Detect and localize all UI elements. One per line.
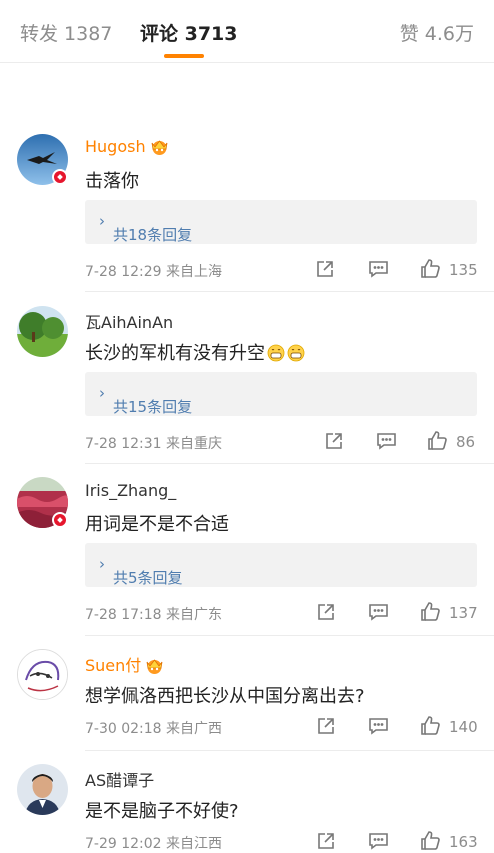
like-icon[interactable] xyxy=(426,429,448,451)
username[interactable]: Hugosh xyxy=(85,137,169,156)
like-count: 163 xyxy=(449,833,478,851)
grin-emoji-icon xyxy=(287,344,305,362)
crown-icon xyxy=(151,140,167,155)
chevron-right-icon: › xyxy=(99,384,105,402)
comment-meta: 7-28 17:18 来自广东 xyxy=(85,607,223,623)
tab-likes[interactable]: 赞 4.6万 xyxy=(400,19,474,46)
share-icon[interactable] xyxy=(324,431,344,451)
comment-tabs: 转发 1387 评论 3713 赞 4.6万 xyxy=(0,0,494,63)
verified-badge-icon xyxy=(52,512,68,528)
replies-label: 共15条回复 xyxy=(113,398,193,416)
comment-text: 击落你 xyxy=(85,171,139,192)
chevron-right-icon: › xyxy=(99,555,105,573)
comment-meta: 7-28 12:29 来自上海 xyxy=(85,264,223,280)
tab-repost[interactable]: 转发 1387 xyxy=(20,19,112,46)
share-icon[interactable] xyxy=(316,716,336,736)
share-icon[interactable] xyxy=(315,259,335,279)
username[interactable]: 瓦AihAinAn xyxy=(85,309,173,333)
comment-text: 用词是不是不合适 xyxy=(85,514,229,535)
tab-comments[interactable]: 评论 3713 xyxy=(140,19,238,46)
comment-text: 想学佩洛西把长沙从中国分离出去? xyxy=(85,686,365,707)
like-icon[interactable] xyxy=(419,257,441,279)
replies-label: 共5条回复 xyxy=(113,569,183,587)
avatar[interactable] xyxy=(17,649,68,700)
replies-label: 共18条回复 xyxy=(113,226,193,244)
avatar[interactable] xyxy=(17,306,68,357)
divider xyxy=(85,635,494,636)
divider xyxy=(85,750,494,751)
like-count: 135 xyxy=(449,261,478,279)
active-tab-indicator xyxy=(164,54,204,58)
share-icon[interactable] xyxy=(316,831,336,851)
avatar[interactable] xyxy=(17,764,68,815)
comment-icon[interactable] xyxy=(368,831,389,851)
comment-icon[interactable] xyxy=(368,259,389,279)
like-icon[interactable] xyxy=(419,714,441,736)
comment-text: 是不是脑子不好使? xyxy=(85,801,239,822)
grin-emoji-icon xyxy=(267,344,285,362)
like-count: 140 xyxy=(449,718,478,736)
comment-icon[interactable] xyxy=(376,431,397,451)
verified-badge-icon xyxy=(52,169,68,185)
comment-meta: 7-29 12:02 来自江西 xyxy=(85,836,223,852)
comment-text: 长沙的军机有没有升空 xyxy=(85,339,305,365)
divider xyxy=(85,291,494,292)
comment-meta: 7-28 12:31 来自重庆 xyxy=(85,436,223,452)
like-icon[interactable] xyxy=(419,829,441,851)
like-icon[interactable] xyxy=(419,600,441,622)
comment-meta: 7-30 02:18 来自广西 xyxy=(85,721,223,737)
divider xyxy=(85,463,494,464)
share-icon[interactable] xyxy=(316,602,336,622)
comment-icon[interactable] xyxy=(368,602,389,622)
crown-icon xyxy=(146,659,163,674)
like-count: 86 xyxy=(456,433,476,451)
replies-button[interactable]: 共15条回复 › xyxy=(85,372,477,416)
like-count: 137 xyxy=(449,604,478,622)
chevron-right-icon: › xyxy=(99,212,105,230)
username[interactable]: AS醋谭子 xyxy=(85,767,154,791)
comment-icon[interactable] xyxy=(368,716,389,736)
username[interactable]: Iris_Zhang_ xyxy=(85,481,176,500)
username[interactable]: Suen付 xyxy=(85,652,164,676)
replies-button[interactable]: 共5条回复 › xyxy=(85,543,477,587)
replies-button[interactable]: 共18条回复 › xyxy=(85,200,477,244)
